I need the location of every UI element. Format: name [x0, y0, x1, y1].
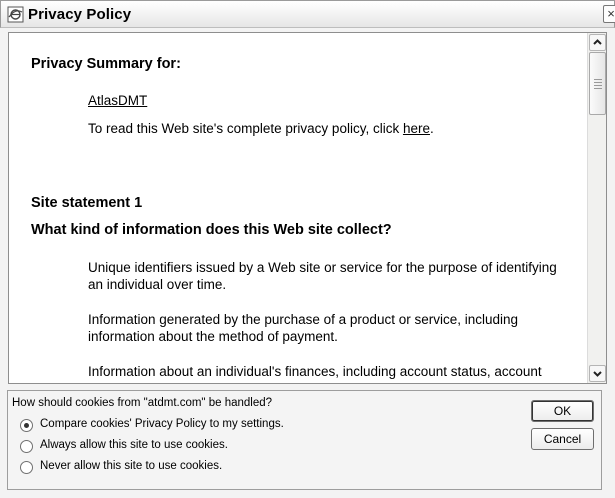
here-link[interactable]: here: [403, 121, 430, 136]
privacy-policy-dialog: Privacy Policy × Privacy Summary for: At…: [0, 0, 615, 498]
window-title: Privacy Policy: [28, 6, 132, 23]
radio-label: Always allow this site to use cookies.: [40, 439, 228, 451]
ie-globe-icon: [7, 6, 24, 23]
scroll-thumb[interactable]: [589, 52, 606, 115]
info-paragraph: Information generated by the purchase of…: [88, 312, 519, 344]
policy-content-area[interactable]: Privacy Summary for: AtlasDMT To read th…: [8, 32, 607, 384]
read-policy-period: .: [429, 121, 434, 136]
policy-content: Privacy Summary for: AtlasDMT To read th…: [9, 33, 587, 383]
question-heading: What kind of information does this Web s…: [31, 222, 392, 238]
chevron-down-icon: [593, 371, 602, 377]
cookie-handling-panel: How should cookies from "atdmt.com" be h…: [7, 390, 602, 490]
read-policy-text: To read this Web site's complete privacy…: [88, 121, 403, 136]
statement-heading: Site statement 1: [31, 195, 143, 211]
chevron-up-icon: [593, 39, 602, 45]
close-button[interactable]: ×: [603, 5, 615, 23]
grip-line: [594, 79, 602, 80]
scroll-down-button[interactable]: [589, 365, 606, 382]
radio-button[interactable]: [20, 419, 33, 432]
ok-button[interactable]: OK: [531, 400, 594, 422]
radio-button[interactable]: [20, 461, 33, 474]
title-bar: Privacy Policy ×: [0, 0, 615, 28]
info-paragraph: Unique identifiers issued by a Web site …: [88, 260, 557, 292]
radio-label: Compare cookies' Privacy Policy to my se…: [40, 418, 284, 430]
site-name-link[interactable]: AtlasDMT: [88, 93, 147, 108]
grip-line: [594, 85, 602, 86]
cookie-question: How should cookies from "atdmt.com" be h…: [12, 397, 273, 409]
close-icon: ×: [607, 6, 615, 21]
vertical-scrollbar[interactable]: [587, 33, 606, 383]
cancel-button[interactable]: Cancel: [531, 428, 594, 450]
info-paragraph: Information about an individual's financ…: [88, 364, 542, 379]
read-policy-line: To read this Web site's complete privacy…: [88, 121, 434, 136]
summary-heading: Privacy Summary for:: [31, 56, 181, 72]
scroll-up-button[interactable]: [589, 34, 606, 51]
radio-selected-dot: [24, 423, 29, 428]
radio-button[interactable]: [20, 440, 33, 453]
radio-label: Never allow this site to use cookies.: [40, 460, 223, 472]
grip-line: [594, 82, 602, 83]
grip-line: [594, 88, 602, 89]
